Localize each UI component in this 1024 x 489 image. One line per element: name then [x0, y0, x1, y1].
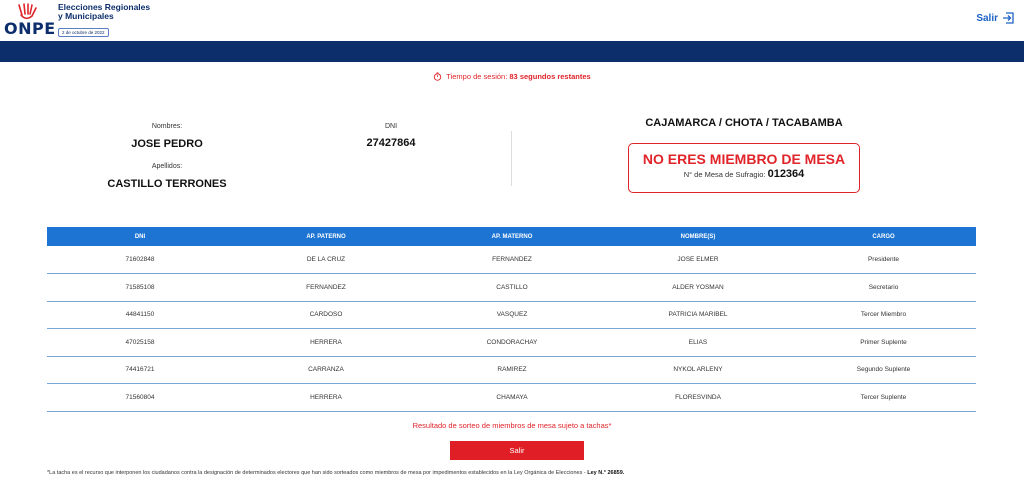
table-row: 47025158 HERRERA CONDORACHAY ELIAS Prime… — [47, 328, 976, 357]
cell-ap-paterno: DE LA CRUZ — [233, 246, 419, 274]
table-row: 74416721 CARRANZA RAMIREZ NYKOL ARLENY S… — [47, 356, 976, 384]
onpe-logo: ONPE — [4, 3, 56, 38]
cell-cargo: Tercer Miembro — [791, 301, 976, 329]
mesa-number: 012364 — [767, 168, 805, 180]
dni-value: 27427864 — [366, 137, 416, 149]
surnames-value: CASTILLO TERRONES — [107, 178, 227, 190]
column-header-cargo: CARGO — [791, 227, 976, 246]
mesa-label: N° de Mesa de Sufragio: — [683, 170, 766, 179]
sorteo-note: Resultado de sorteo de miembros de mesa … — [412, 421, 612, 430]
logout-icon — [1003, 12, 1014, 24]
cell-ap-paterno: CARDOSO — [233, 301, 419, 329]
names-label: Nombres: — [151, 123, 183, 130]
stopwatch-icon — [434, 72, 442, 81]
session-timer-remaining: 83 segundos restantes — [509, 72, 591, 81]
cell-nombres: ELIAS — [605, 328, 791, 357]
names-value: JOSE PEDRO — [131, 138, 203, 150]
cell-dni: 74416721 — [47, 356, 233, 384]
column-header-ap-paterno: AP. PATERNO — [233, 227, 419, 246]
session-timer: Tiempo de sesión: 83 segundos restantes — [0, 72, 1024, 81]
logout-link-label: Salir — [976, 12, 998, 24]
cell-dni: 44841150 — [47, 301, 233, 329]
table-row: 71560804 HERRERA CHAMAYA FLORESVINDA Ter… — [47, 383, 976, 412]
cell-ap-materno: CASTILLO — [419, 273, 605, 302]
cell-cargo: Secretario — [791, 273, 976, 302]
cell-ap-materno: RAMIREZ — [419, 356, 605, 384]
column-header-ap-materno: AP. MATERNO — [419, 227, 605, 246]
footnote-text: *La tacha es el recurso que interponen l… — [47, 470, 588, 476]
mesa-info: N° de Mesa de Sufragio: 012364 — [629, 168, 859, 180]
logout-link[interactable]: Salir — [976, 12, 1014, 24]
cell-cargo: Tercer Suplente — [791, 383, 976, 412]
cell-dni: 71602848 — [47, 246, 233, 274]
salir-button[interactable]: Salir — [450, 441, 584, 460]
cell-nombres: NYKOL ARLENY — [605, 356, 791, 384]
table-row: 44841150 CARDOSO VASQUEZ PATRICIA MARIBE… — [47, 301, 976, 329]
cell-dni: 71560804 — [47, 383, 233, 412]
status-box: NO ERES MIEMBRO DE MESA N° de Mesa de Su… — [628, 143, 860, 193]
cell-nombres: FLORESVINDA — [605, 383, 791, 412]
table-row: 71602848 DE LA CRUZ FERNANDEZ JOSE ELMER… — [47, 246, 976, 274]
cell-ap-materno: VASQUEZ — [419, 301, 605, 329]
cell-ap-materno: FERNANDEZ — [419, 246, 605, 274]
cell-nombres: JOSE ELMER — [605, 246, 791, 274]
event-title-block: Elecciones Regionales y Municipales 2 de… — [58, 3, 150, 39]
event-date-badge: 2 de octubre de 2022 — [58, 28, 109, 37]
cell-ap-paterno: HERRERA — [233, 383, 419, 412]
footnote: *La tacha es el recurso que interponen l… — [47, 470, 624, 476]
members-table: DNI AP. PATERNO AP. MATERNO NOMBRE(S) CA… — [47, 227, 976, 412]
surnames-label: Apellidos: — [151, 163, 183, 170]
logo-text: ONPE — [4, 19, 56, 38]
cell-ap-paterno: FERNANDEZ — [233, 273, 419, 302]
cell-cargo: Presidente — [791, 246, 976, 274]
cell-ap-paterno: CARRANZA — [233, 356, 419, 384]
cell-cargo: Primer Suplente — [791, 328, 976, 357]
column-header-nombres: NOMBRE(S) — [605, 227, 791, 246]
column-header-dni: DNI — [47, 227, 233, 246]
table-row: 71585108 FERNANDEZ CASTILLO ALDER YOSMAN… — [47, 273, 976, 302]
footnote-law: Ley N.° 26859. — [587, 470, 625, 476]
status-title: NO ERES MIEMBRO DE MESA — [642, 151, 846, 167]
cell-ap-materno: CONDORACHAY — [419, 328, 605, 357]
top-header: ONPE Elecciones Regionales y Municipales… — [0, 0, 1024, 41]
cell-cargo: Segundo Suplente — [791, 356, 976, 384]
table-header-row: DNI AP. PATERNO AP. MATERNO NOMBRE(S) CA… — [47, 227, 976, 246]
cell-nombres: ALDER YOSMAN — [605, 273, 791, 302]
cell-nombres: PATRICIA MARIBEL — [605, 301, 791, 329]
dni-label: DNI — [384, 123, 398, 130]
cell-dni: 71585108 — [47, 273, 233, 302]
info-divider — [511, 131, 512, 186]
event-title-line2: y Municipales — [58, 11, 114, 21]
cell-ap-paterno: HERRERA — [233, 328, 419, 357]
session-timer-prefix: Tiempo de sesión: — [446, 72, 508, 81]
header-bar — [0, 41, 1024, 62]
cell-ap-materno: CHAMAYA — [419, 383, 605, 412]
cell-dni: 47025158 — [47, 328, 233, 357]
location-title: CAJAMARCA / CHOTA / TACABAMBA — [645, 117, 843, 129]
